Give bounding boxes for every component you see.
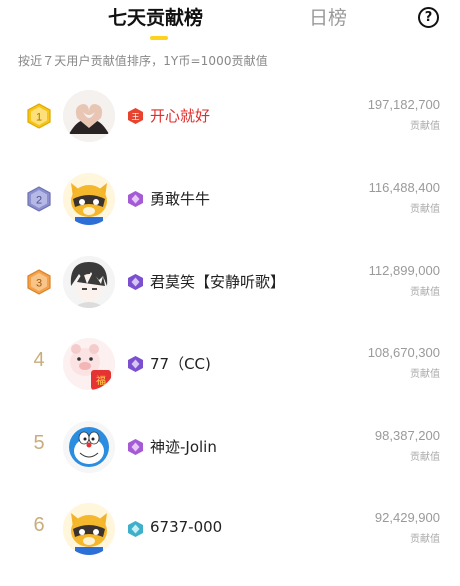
username[interactable]: 开心就好	[150, 105, 210, 126]
svg-text:3: 3	[36, 278, 42, 290]
silver-rank-badge-icon: 2	[27, 186, 51, 212]
ranking-row[interactable]: 1 王 开心就好 197,182,700 贡献值	[0, 76, 460, 156]
svg-text:福: 福	[96, 374, 106, 387]
teal-hex-level-icon	[128, 521, 143, 537]
username[interactable]: 6737-000	[150, 518, 222, 536]
active-tab-indicator	[150, 36, 168, 40]
bronze-rank-badge-icon: 3	[27, 269, 51, 295]
contribution-score: 116,488,400	[368, 180, 440, 195]
contribution-score: 197,182,700	[367, 97, 440, 112]
contribution-score: 112,899,000	[368, 263, 440, 278]
contribution-score: 98,387,200	[374, 428, 440, 443]
ranking-row[interactable]: 2 勇敢牛牛 116,488,400 贡献值	[0, 159, 460, 239]
username[interactable]: 神迹-Jolin	[150, 436, 217, 457]
heart-hands-avatar[interactable]	[63, 90, 115, 142]
ranking-note: 按近７天用户贡献值排序，1Y币=1000贡献值	[18, 54, 268, 68]
rank-number: 5	[33, 432, 45, 454]
contribution-unit: 贡献值	[410, 121, 440, 132]
purple-hex-level-icon	[128, 439, 143, 455]
svg-text:王: 王	[132, 113, 140, 122]
anime-boy-avatar[interactable]	[63, 256, 115, 308]
username[interactable]: 勇敢牛牛	[150, 188, 210, 209]
svg-text:2: 2	[36, 195, 42, 207]
cartoon-pig-avatar[interactable]: 福	[63, 338, 115, 390]
contribution-unit: 贡献值	[410, 287, 440, 298]
purple-hex-level-icon	[128, 191, 143, 207]
svg-text:1: 1	[36, 112, 42, 124]
doraemon-avatar[interactable]	[63, 421, 115, 473]
contribution-unit: 贡献值	[410, 534, 440, 545]
contribution-score: 92,429,900	[374, 510, 440, 525]
rank-number: 6	[33, 514, 45, 536]
gold-rank-badge-icon: 1	[27, 103, 51, 129]
ranking-row[interactable]: 5 神迹-Jolin 98,387,200 贡献值	[0, 407, 460, 487]
raccoon-mascot-avatar[interactable]	[63, 173, 115, 225]
tab-weekly-contribution[interactable]: 七天贡献榜	[108, 6, 203, 30]
tab-daily[interactable]: 日榜	[309, 6, 347, 30]
contribution-unit: 贡献值	[410, 452, 440, 463]
red-hex-level-icon: 王	[128, 108, 143, 124]
purple-hex-level-icon	[128, 356, 143, 372]
ranking-row[interactable]: 6 6737-000 92,429,900 贡献值	[0, 489, 460, 569]
help-icon[interactable]: ?	[418, 7, 439, 28]
purple-hex-level-icon	[128, 274, 143, 290]
contribution-unit: 贡献值	[410, 369, 440, 380]
ranking-tabs: 七天贡献榜 日榜 ?	[0, 0, 460, 44]
raccoon-mascot-avatar[interactable]	[63, 503, 115, 555]
username[interactable]: 君莫笑【安静听歌】	[150, 271, 285, 292]
rank-number: 4	[33, 349, 45, 371]
contribution-score: 108,670,300	[367, 345, 440, 360]
ranking-row[interactable]: 4 福 77（CC) 108,670,300 贡献值	[0, 324, 460, 404]
username[interactable]: 77（CC)	[150, 353, 211, 374]
contribution-unit: 贡献值	[410, 204, 440, 215]
ranking-row[interactable]: 3 君莫笑【安静听歌】 112,899,000 贡献值	[0, 242, 460, 322]
